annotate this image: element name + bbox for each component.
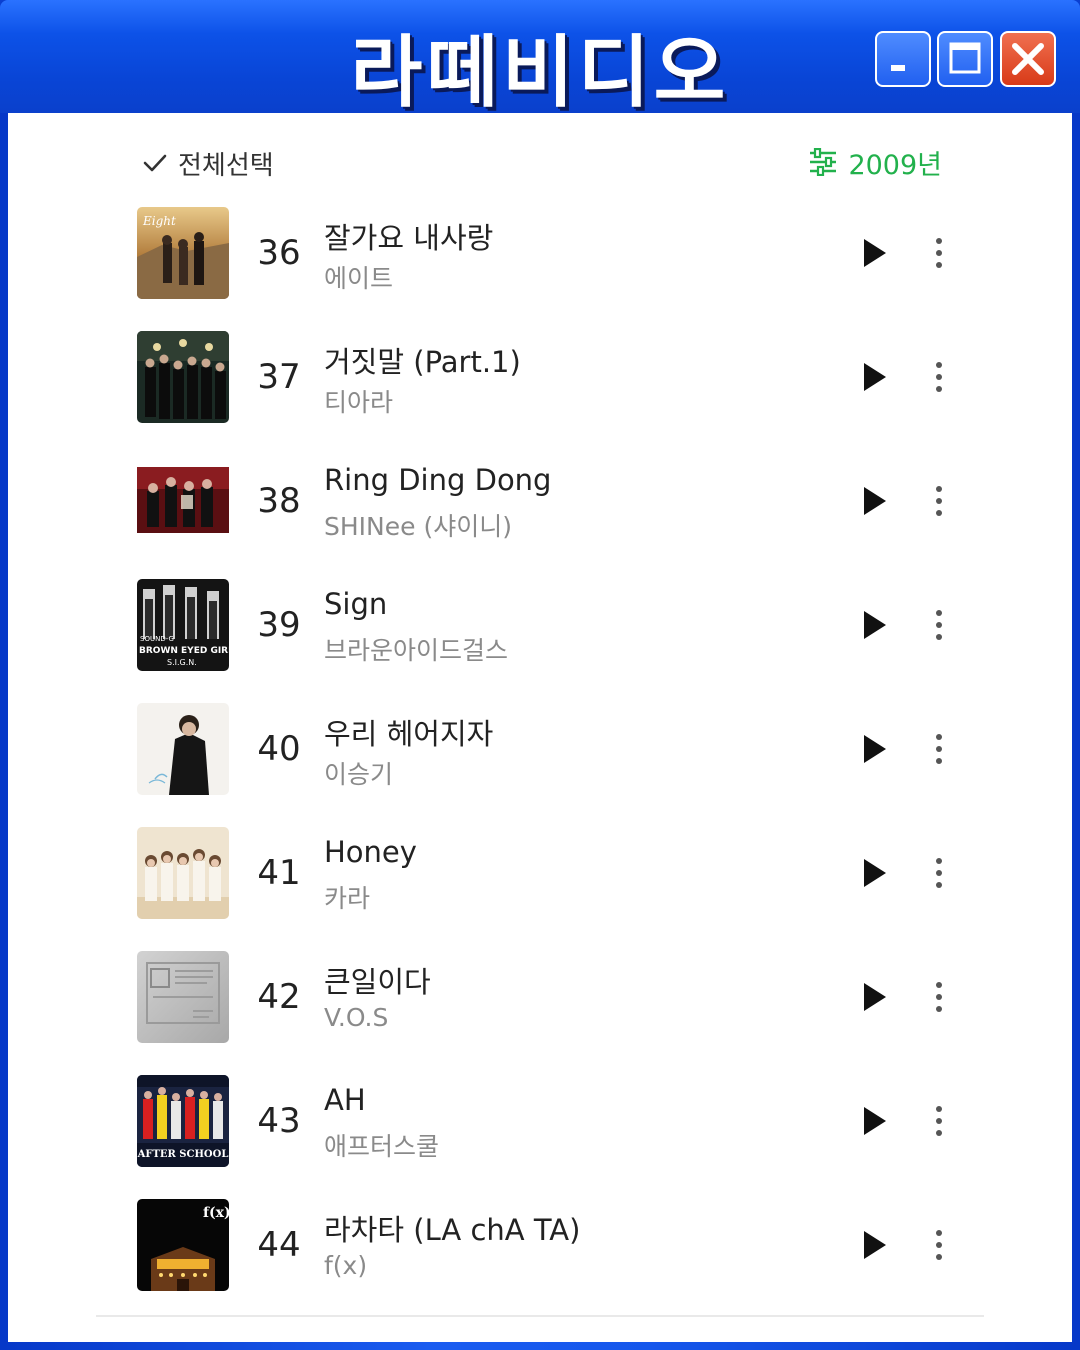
song-title: Ring Ding Dong <box>324 463 552 497</box>
song-row[interactable]: AFTER SCHOOL 43 AH 애프터스쿨 <box>8 1075 1072 1175</box>
rank-number: 37 <box>257 357 301 397</box>
album-cover-8eight: Eight <box>137 207 229 299</box>
play-icon[interactable] <box>860 237 890 269</box>
song-row[interactable]: Eight 36 잘가요 내사랑 에이트 <box>8 207 1072 307</box>
artist-name[interactable]: SHINee (샤이니) <box>324 507 512 543</box>
play-icon[interactable] <box>860 1105 890 1137</box>
more-options-icon[interactable] <box>926 731 952 767</box>
album-art-icon: Eight <box>137 207 229 299</box>
song-title: 거짓말 (Part.1) <box>324 345 521 379</box>
more-options-icon[interactable] <box>926 855 952 891</box>
svg-text:SOUND-G: SOUND-G <box>140 635 174 643</box>
more-options-icon[interactable] <box>926 235 952 271</box>
artist-name[interactable]: f(x) <box>324 1251 367 1280</box>
rank-number: 41 <box>257 853 301 893</box>
more-options-icon[interactable] <box>926 607 952 643</box>
album-art-icon <box>137 331 229 423</box>
svg-text:AFTER SCHOOL: AFTER SCHOOL <box>137 1149 228 1160</box>
album-art-icon <box>137 827 229 919</box>
list-toolbar: 전체선택 2009년 <box>8 113 1072 203</box>
more-options-icon[interactable] <box>926 1227 952 1263</box>
close-icon <box>1012 43 1044 75</box>
close-button[interactable] <box>1000 31 1056 87</box>
song-title: AH <box>324 1083 366 1117</box>
play-icon[interactable] <box>860 361 890 393</box>
album-art-icon: f(x) <box>137 1199 229 1291</box>
album-art-icon <box>137 951 229 1043</box>
play-icon[interactable] <box>860 981 890 1013</box>
album-art-icon <box>137 703 229 795</box>
chart-list-panel: 전체선택 2009년 Eight 36 잘가요 내사랑 에이트 37 거짓말 (… <box>8 113 1072 1342</box>
svg-text:f(x): f(x) <box>203 1205 229 1221</box>
year-filter-button[interactable]: 2009년 <box>808 143 942 181</box>
album-cover-fx: f(x) <box>137 1199 229 1291</box>
rank-number: 44 <box>257 1225 301 1265</box>
rank-number: 36 <box>257 233 301 273</box>
artist-name[interactable]: 티아라 <box>324 383 393 419</box>
song-row[interactable]: 37 거짓말 (Part.1) 티아라 <box>8 331 1072 431</box>
more-options-icon[interactable] <box>926 359 952 395</box>
song-title: 잘가요 내사랑 <box>324 221 494 255</box>
song-title: 라차타 (LA chA TA) <box>324 1213 581 1247</box>
svg-text:S.I.G.N.: S.I.G.N. <box>167 658 197 667</box>
artist-name[interactable]: 브라운아이드걸스 <box>324 631 508 667</box>
maximize-icon <box>949 42 981 74</box>
album-cover-kara <box>137 827 229 919</box>
album-cover-tara <box>137 331 229 423</box>
list-divider <box>96 1315 984 1317</box>
song-row[interactable]: 41 Honey 카라 <box>8 827 1072 927</box>
album-cover-vos <box>137 951 229 1043</box>
rank-number: 39 <box>257 605 301 645</box>
song-row[interactable]: SOUND-G BROWN EYED GIRLS S.I.G.N. 39 Sig… <box>8 579 1072 679</box>
rank-number: 40 <box>257 729 301 769</box>
select-all-button[interactable]: 전체선택 <box>142 145 274 181</box>
album-art-icon: SOUND-G BROWN EYED GIRLS S.I.G.N. <box>137 579 229 671</box>
album-cover-shinee <box>137 455 229 547</box>
play-icon[interactable] <box>860 1229 890 1261</box>
more-options-icon[interactable] <box>926 1103 952 1139</box>
artist-name[interactable]: 애프터스쿨 <box>324 1127 439 1163</box>
song-title: Sign <box>324 587 388 621</box>
minimize-icon <box>891 65 905 71</box>
rank-number: 42 <box>257 977 301 1017</box>
album-art-icon: AFTER SCHOOL <box>137 1075 229 1167</box>
rank-number: 38 <box>257 481 301 521</box>
svg-text:BROWN EYED GIRLS: BROWN EYED GIRLS <box>139 646 229 656</box>
artist-name[interactable]: V.O.S <box>324 1003 388 1032</box>
song-title: Honey <box>324 835 417 869</box>
play-icon[interactable] <box>860 857 890 889</box>
checkmark-icon <box>143 154 167 172</box>
album-cover-beg: SOUND-G BROWN EYED GIRLS S.I.G.N. <box>137 579 229 671</box>
year-filter-label: 2009년 <box>848 149 942 181</box>
song-row[interactable]: 42 큰일이다 V.O.S <box>8 951 1072 1051</box>
title-bar[interactable]: 라떼비디오 <box>0 0 1080 118</box>
artist-name[interactable]: 이승기 <box>324 755 393 791</box>
more-options-icon[interactable] <box>926 483 952 519</box>
song-title: 큰일이다 <box>324 965 431 999</box>
minimize-button[interactable] <box>875 31 931 87</box>
app-window: 라떼비디오 전체선택 2009년 Eight 36 잘가요 내사랑 에이트 37… <box>0 0 1080 1350</box>
artist-name[interactable]: 카라 <box>324 879 370 915</box>
play-icon[interactable] <box>860 733 890 765</box>
select-all-label: 전체선택 <box>178 150 274 181</box>
artist-name[interactable]: 에이트 <box>324 259 393 295</box>
play-icon[interactable] <box>860 609 890 641</box>
album-art-icon <box>137 455 229 547</box>
song-row[interactable]: 40 우리 헤어지자 이승기 <box>8 703 1072 803</box>
album-cover-leeseunggi <box>137 703 229 795</box>
rank-number: 43 <box>257 1101 301 1141</box>
maximize-button[interactable] <box>937 31 993 87</box>
svg-text:Eight: Eight <box>142 214 176 228</box>
song-title: 우리 헤어지자 <box>324 717 494 751</box>
album-cover-afterschool: AFTER SCHOOL <box>137 1075 229 1167</box>
filter-sliders-icon <box>810 148 837 176</box>
play-icon[interactable] <box>860 485 890 517</box>
song-row[interactable]: 38 Ring Ding Dong SHINee (샤이니) <box>8 455 1072 555</box>
song-row[interactable]: f(x) 44 라차타 (LA chA TA) f(x) <box>8 1199 1072 1299</box>
more-options-icon[interactable] <box>926 979 952 1015</box>
